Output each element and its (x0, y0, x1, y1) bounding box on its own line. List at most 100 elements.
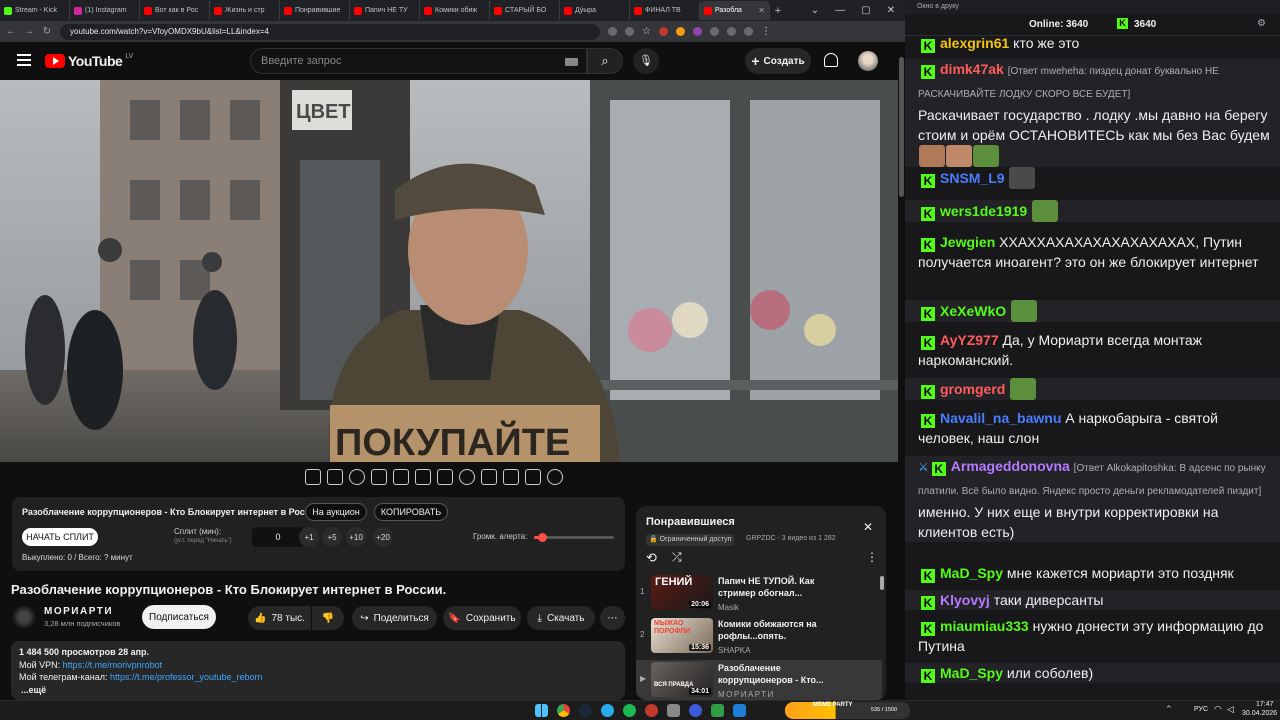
close-icon[interactable]: ✕ (863, 520, 873, 534)
chat-username[interactable]: Navalil_na_bawnu (940, 410, 1061, 426)
browser-tab[interactable]: Дýырa (560, 1, 630, 20)
share-button[interactable]: ↪ Поделиться (352, 606, 437, 630)
chat-username[interactable]: gromgerd (940, 381, 1005, 397)
language-indicator[interactable]: РУС (1194, 706, 1208, 713)
chat-username[interactable]: dimk47ak (940, 61, 1004, 77)
increment-20-button[interactable]: +20 (373, 527, 393, 547)
browser-tab[interactable]: Понравившие (280, 1, 350, 20)
image-icon[interactable] (415, 469, 431, 485)
shuffle-icon[interactable]: ⤮ (672, 550, 682, 565)
forward-button[interactable]: → (24, 26, 34, 37)
channel-avatar[interactable] (12, 605, 36, 629)
clock-date[interactable]: 30.04.2026 (1242, 710, 1277, 717)
video-player[interactable]: ЦВЕТ ПОКУПАЙТЕ (0, 80, 898, 462)
chevron-down-icon[interactable]: ⌄ (811, 5, 819, 16)
more-vertical-icon[interactable]: ⋮ (866, 550, 878, 564)
notifications-bell-icon[interactable] (824, 53, 838, 67)
vpn-link[interactable]: https://t.me/morivpnrobot (63, 660, 163, 670)
increment-10-button[interactable]: +10 (346, 527, 366, 547)
sort-icon[interactable] (327, 469, 343, 485)
extension-icon[interactable] (709, 27, 719, 36)
loop-icon[interactable] (305, 469, 321, 485)
meme-party-banner[interactable]: MEME PARTY 535 / 1500 (785, 702, 910, 719)
media-player-icon[interactable] (689, 704, 702, 717)
broadcast-icon[interactable] (349, 469, 365, 485)
browser-tab-active[interactable]: Разобла ✕ (700, 1, 770, 20)
more-actions-button[interactable]: ⋯ (600, 606, 625, 630)
browser-tab[interactable]: ФИНАЛ ТВ (630, 1, 700, 20)
back-button[interactable]: ← (6, 26, 16, 37)
search-button[interactable]: ⌕ (587, 48, 623, 74)
browser-tab[interactable]: СТАРЫЙ БО (490, 1, 560, 20)
caption-icon[interactable] (481, 469, 497, 485)
chrome-icon[interactable] (557, 704, 570, 717)
star-icon[interactable]: ☆ (642, 26, 651, 37)
loop-playlist-icon[interactable]: ⟲ (646, 550, 657, 566)
flask-icon[interactable] (525, 469, 541, 485)
show-more-button[interactable]: ...ещё (19, 684, 617, 697)
playlist-title[interactable]: Понравившиеся (646, 516, 735, 528)
app-icon[interactable] (667, 704, 680, 717)
page-scrollbar[interactable] (898, 42, 905, 700)
alert-volume-thumb[interactable] (538, 533, 547, 542)
increment-1-button[interactable]: +1 (299, 527, 319, 547)
browser-tab[interactable]: Stream - Kick (0, 1, 70, 20)
frames-icon[interactable] (437, 469, 453, 485)
dislike-button[interactable]: 👎 (312, 606, 344, 630)
telegram-icon[interactable] (601, 704, 614, 717)
extension-icon[interactable] (692, 27, 702, 36)
avatar[interactable] (858, 51, 878, 71)
save-button[interactable]: 🔖 Сохранить (443, 606, 521, 630)
keyboard-icon[interactable] (565, 58, 578, 66)
spotify-icon[interactable] (623, 704, 636, 717)
volume-icon[interactable]: ◁ (1227, 704, 1234, 715)
chat-username[interactable]: MaD_Spy (940, 665, 1003, 681)
search-box[interactable]: Введите запрос (250, 48, 587, 74)
extension-icon[interactable] (608, 27, 617, 36)
close-window-button[interactable]: ✕ (887, 5, 895, 16)
download-button[interactable]: ⤓ Скачать (527, 606, 595, 630)
chat-username[interactable]: AyYZ977 (940, 332, 999, 348)
playlist-item[interactable]: 1 ГЕНИЙ 20:06 Папич НЕ ТУПОЙ. Как стриме… (636, 573, 882, 617)
tray-chevron-icon[interactable]: ⌃ (1165, 704, 1173, 715)
increment-5-button[interactable]: +5 (322, 527, 342, 547)
chat-username[interactable]: Armageddonovna (951, 458, 1070, 474)
hamburger-menu-icon[interactable] (17, 54, 31, 66)
subscribe-button[interactable]: Подписаться (142, 605, 216, 629)
auction-button[interactable]: На аукцион (305, 503, 367, 521)
clock-time[interactable]: 17:47 (1256, 701, 1274, 708)
video-description[interactable]: 1 484 500 просмотров 28 апр. Мой VPN: ht… (11, 641, 625, 700)
create-button[interactable]: + Создать (745, 48, 811, 74)
copy-button[interactable]: КОПИРОВАТЬ (374, 503, 448, 521)
app-icon[interactable] (645, 704, 658, 717)
windows-start-icon[interactable] (535, 704, 548, 717)
chat-username[interactable]: miaumiau333 (940, 618, 1029, 634)
speed-icon[interactable] (459, 469, 475, 485)
download-icon[interactable] (726, 27, 736, 36)
reload-button[interactable]: ↻ (42, 26, 52, 37)
profile-icon[interactable] (743, 27, 753, 36)
camera-icon[interactable] (503, 469, 519, 485)
browser-tab[interactable]: Папич НЕ ТУ (350, 1, 420, 20)
network-icon[interactable]: ◠ (1214, 704, 1222, 715)
close-icon[interactable]: ✕ (758, 6, 765, 15)
extension-icon[interactable] (675, 27, 685, 36)
pip-icon[interactable] (371, 469, 387, 485)
app-icon[interactable] (733, 704, 746, 717)
browser-tab[interactable]: Жизнь и стр (210, 1, 280, 20)
extension-icon[interactable] (658, 27, 668, 36)
playlist-item[interactable]: 2 МЫЖАО ПОРОФЛИ 15:36 Комики обижаются н… (636, 616, 882, 660)
channel-name[interactable]: МОРИАРТИ (44, 606, 113, 617)
playlist-item-current[interactable]: ▶ ВСЯ ПРАВДА 34:01 Разоблачение коррупци… (636, 660, 882, 700)
maximize-button[interactable]: ▢ (861, 5, 870, 16)
film-icon[interactable] (393, 469, 409, 485)
browser-tab[interactable]: Комики обиж (420, 1, 490, 20)
app-icon[interactable] (711, 704, 724, 717)
chat-username[interactable]: Jewgien (940, 234, 995, 250)
telegram-link[interactable]: https://t.me/professor_youtube_reborn (110, 672, 263, 682)
chat-username[interactable]: Klyovyj (940, 592, 990, 608)
steam-icon[interactable] (579, 704, 592, 717)
like-button[interactable]: 👍 78 тыс. (248, 606, 311, 630)
chat-settings-icon[interactable]: ⚙ (1257, 18, 1266, 29)
voice-search-button[interactable]: 🎙 (633, 48, 659, 74)
